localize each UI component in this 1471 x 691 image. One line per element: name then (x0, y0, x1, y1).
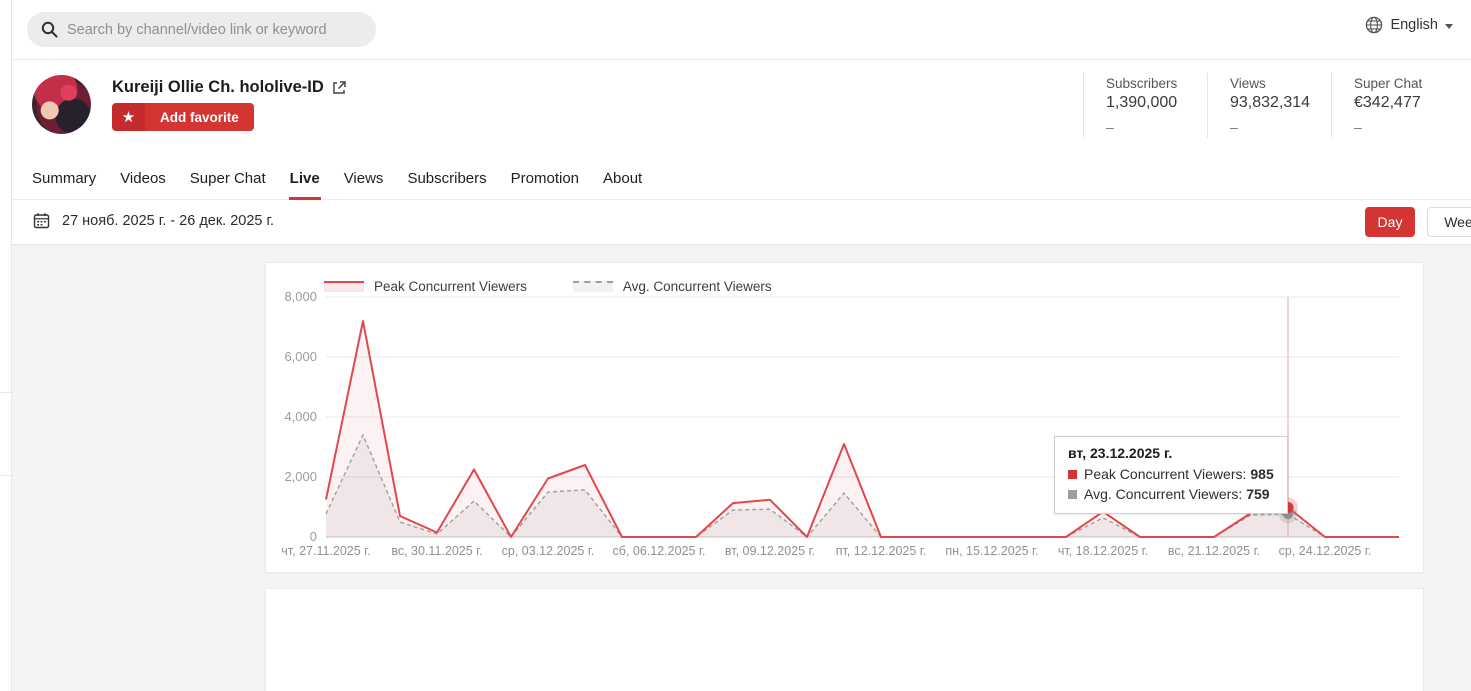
stat-value: €342,477 (1354, 94, 1421, 111)
y-axis-tick-label: 6,000 (284, 349, 317, 364)
stat-superchat: Super Chat €342,477 – (1331, 73, 1455, 138)
tab-live[interactable]: Live (288, 163, 321, 200)
tooltip-avg-row: Avg. Concurrent Viewers: 759 (1068, 484, 1274, 504)
peak-marker-icon (1068, 469, 1077, 479)
channel-stats: Subscribers 1,390,000 – Views 93,832,314… (1083, 73, 1455, 138)
date-range-label: 27 нояб. 2025 г. - 26 дек. 2025 г. (62, 212, 275, 229)
stat-delta: – (1106, 119, 1114, 135)
legend-label: Peak Concurrent Viewers (374, 279, 527, 294)
stat-value: 1,390,000 (1106, 94, 1178, 111)
globe-icon (1366, 16, 1383, 34)
x-axis-tick-label: вс, 21.12.2025 г. (1168, 544, 1260, 558)
tab-subscribers[interactable]: Subscribers (406, 163, 487, 200)
tooltip-label: Avg. Concurrent Viewers: (1084, 486, 1243, 502)
x-axis-tick-label: чт, 27.11.2025 г. (281, 544, 370, 558)
granularity-week-button[interactable]: Week (1427, 207, 1471, 237)
y-axis-tick-label: 2,000 (284, 469, 317, 484)
sidebar-divider (0, 475, 11, 476)
avg-line-swatch (572, 281, 613, 292)
x-axis-tick-label: ср, 24.12.2025 г. (1279, 544, 1372, 558)
search-input[interactable]: Search by channel/video link or keyword (27, 12, 376, 47)
stat-delta: – (1354, 119, 1362, 135)
page-content: Peak Concurrent Viewers Avg. Concurrent … (0, 245, 1471, 691)
live-viewers-chart-card: Peak Concurrent Viewers Avg. Concurrent … (265, 262, 1424, 573)
calendar-icon (33, 213, 50, 229)
date-bar: 27 нояб. 2025 г. - 26 дек. 2025 г. Day W… (12, 200, 1471, 245)
chevron-down-icon (1445, 23, 1453, 29)
tooltip-value: 985 (1250, 466, 1274, 482)
search-icon (41, 21, 58, 38)
top-header: Search by channel/video link or keyword … (0, 0, 1471, 60)
avg-marker-icon (1068, 489, 1077, 499)
tab-promotion[interactable]: Promotion (510, 163, 580, 200)
language-label: English (1390, 17, 1438, 33)
stat-label: Views (1230, 76, 1266, 91)
tooltip-peak-row: Peak Concurrent Viewers: 985 (1068, 464, 1274, 484)
x-axis-tick-label: пн, 15.12.2025 г. (945, 544, 1038, 558)
star-icon: ★ (112, 103, 145, 131)
language-selector[interactable]: English (1365, 16, 1453, 34)
collapsed-sidebar (0, 0, 12, 691)
stat-label: Super Chat (1354, 76, 1423, 91)
legend-avg-concurrent[interactable]: Avg. Concurrent Viewers (572, 279, 772, 294)
tooltip-value: 759 (1246, 486, 1270, 502)
stat-label: Subscribers (1106, 76, 1178, 91)
stat-subscribers: Subscribers 1,390,000 – (1083, 73, 1207, 138)
granularity-day-button[interactable]: Day (1365, 207, 1415, 237)
x-axis-tick-label: вт, 09.12.2025 г. (725, 544, 815, 558)
x-axis-tick-label: чт, 18.12.2025 г. (1058, 544, 1148, 558)
chart-tooltip: вт, 23.12.2025 г. Peak Concurrent Viewer… (1054, 436, 1288, 514)
y-axis-tick-label: 4,000 (284, 409, 317, 424)
x-axis-tick-label: вс, 30.11.2025 г. (391, 544, 482, 558)
channel-name: Kureiji Ollie Ch. hololive-ID (112, 78, 324, 96)
sidebar-divider (0, 392, 11, 393)
tab-videos[interactable]: Videos (119, 163, 167, 200)
channel-tabs: Summary Videos Super Chat Live Views Sub… (12, 163, 1471, 200)
tab-views[interactable]: Views (343, 163, 385, 200)
chart-legend: Peak Concurrent Viewers Avg. Concurrent … (324, 279, 772, 294)
x-axis-tick-label: ср, 03.12.2025 г. (502, 544, 595, 558)
concurrent-viewers-chart[interactable]: 0 2,000 4,000 6,000 8,000 чт, 27.11.2025 г. вс… (266, 291, 1425, 571)
search-placeholder: Search by channel/video link or keyword (67, 21, 327, 38)
date-range-picker[interactable]: 27 нояб. 2025 г. - 26 дек. 2025 г. (33, 212, 274, 229)
external-link-icon[interactable] (332, 80, 346, 95)
tab-superchat[interactable]: Super Chat (189, 163, 267, 200)
tab-about[interactable]: About (602, 163, 643, 200)
stat-views: Views 93,832,314 – (1207, 73, 1331, 138)
y-axis-tick-label: 8,000 (284, 291, 317, 304)
peak-line-swatch (324, 281, 364, 292)
x-axis-tick-label: сб, 06.12.2025 г. (613, 544, 706, 558)
legend-label: Avg. Concurrent Viewers (622, 279, 772, 294)
tooltip-label: Peak Concurrent Viewers: (1084, 466, 1247, 482)
channel-header: Kureiji Ollie Ch. hololive-ID ★ Add favo… (12, 60, 1471, 163)
channel-avatar[interactable] (32, 75, 91, 134)
add-favorite-button[interactable]: ★ Add favorite (112, 103, 254, 131)
tab-summary[interactable]: Summary (31, 163, 97, 200)
y-axis-tick-label: 0 (310, 529, 317, 544)
legend-peak-concurrent[interactable]: Peak Concurrent Viewers (324, 279, 527, 294)
stat-value: 93,832,314 (1230, 94, 1311, 111)
tooltip-date: вт, 23.12.2025 г. (1068, 445, 1173, 461)
stat-delta: – (1230, 119, 1238, 135)
add-favorite-label: Add favorite (145, 103, 254, 131)
x-axis-tick-label: пт, 12.12.2025 г. (836, 544, 927, 558)
secondary-panel (265, 588, 1424, 691)
